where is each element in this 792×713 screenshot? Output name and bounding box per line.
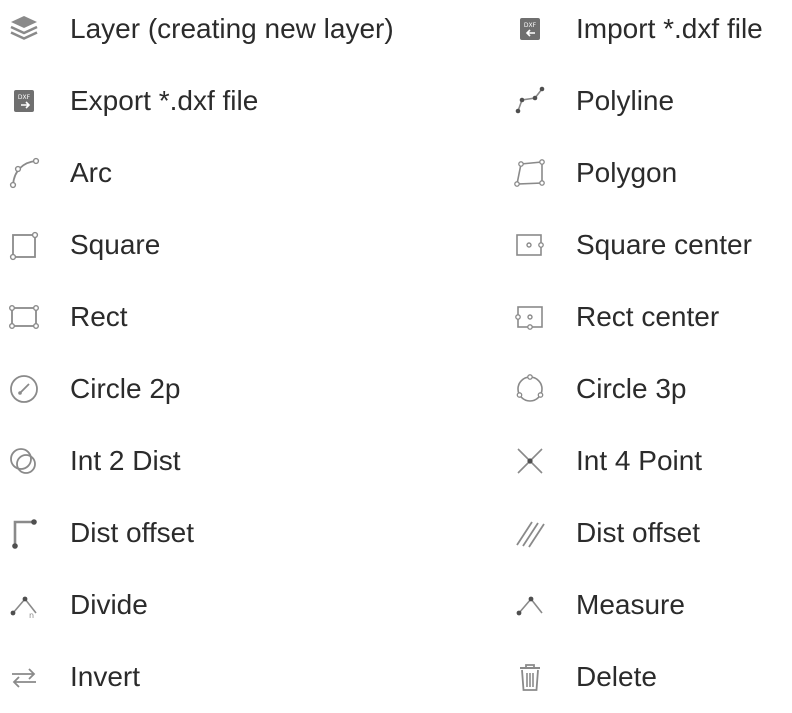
svg-text:DXF: DXF (18, 94, 31, 101)
square-center-icon (512, 227, 548, 263)
menu-item-label: Circle 3p (576, 373, 687, 404)
menu-item-rect[interactable]: Rect (0, 281, 290, 353)
menu-item-int-2-dist[interactable]: Int 2 Dist (0, 425, 290, 497)
int-2-dist-icon (6, 443, 42, 479)
tool-menu: Layer (creating new layer) DXF Export *.… (0, 0, 792, 699)
polyline-icon (512, 83, 548, 119)
menu-item-label: Int 4 Point (576, 445, 703, 476)
invert-icon (6, 659, 42, 695)
square-icon (6, 227, 42, 263)
menu-item-label: Layer (creating new layer) (70, 13, 394, 44)
menu-item-label: Invert (70, 661, 141, 692)
menu-item-polyline[interactable]: Polyline (506, 65, 792, 137)
dist-offset-icon (6, 515, 42, 551)
menu-item-label: Square (70, 229, 161, 260)
menu-item-invert[interactable]: Invert (0, 641, 290, 713)
trash-icon (512, 659, 548, 695)
dxf-import-icon: DXF (512, 11, 548, 47)
menu-item-square-center[interactable]: Square center (506, 209, 792, 281)
divide-icon: n (6, 587, 42, 623)
rect-center-icon (512, 299, 548, 335)
menu-item-label: Rect (70, 301, 128, 332)
arc-icon (6, 155, 42, 191)
dxf-export-icon: DXF (6, 83, 42, 119)
menu-item-label: Delete (576, 661, 657, 692)
menu-item-dist-offset-parallel[interactable]: Dist offset (506, 497, 792, 569)
menu-item-label: Dist offset (70, 517, 194, 548)
svg-text:DXF: DXF (524, 22, 537, 29)
menu-item-label: Import *.dxf file (576, 13, 763, 44)
menu-item-label: Export *.dxf file (70, 85, 259, 116)
menu-item-divide[interactable]: n Divide (0, 569, 290, 641)
menu-item-label: Polyline (576, 85, 675, 116)
menu-item-circle-2p[interactable]: Circle 2p (0, 353, 290, 425)
menu-item-label: Measure (576, 589, 685, 620)
menu-item-int-4-point[interactable]: Int 4 Point (506, 425, 792, 497)
menu-item-import-dxf[interactable]: DXF Import *.dxf file (506, 0, 792, 65)
menu-item-measure[interactable]: Measure (506, 569, 792, 641)
menu-item-circle-3p[interactable]: Circle 3p (506, 353, 792, 425)
menu-item-dist-offset[interactable]: Dist offset (0, 497, 290, 569)
menu-item-layer[interactable]: Layer (creating new layer) (0, 0, 394, 65)
menu-item-label: Rect center (576, 301, 720, 332)
circle-3p-icon (512, 371, 548, 407)
menu-item-label: Dist offset (576, 517, 700, 548)
measure-icon (512, 587, 548, 623)
menu-item-export-dxf[interactable]: DXF Export *.dxf file (0, 65, 290, 137)
parallel-offset-icon (512, 515, 548, 551)
menu-item-label: Arc (70, 157, 112, 188)
rect-icon (6, 299, 42, 335)
int-4-point-icon (512, 443, 548, 479)
menu-item-delete[interactable]: Delete (506, 641, 792, 713)
menu-item-rect-center[interactable]: Rect center (506, 281, 792, 353)
menu-item-label: Divide (70, 589, 148, 620)
polygon-icon (512, 155, 548, 191)
menu-item-polygon[interactable]: Polygon (506, 137, 792, 209)
menu-item-label: Circle 2p (70, 373, 181, 404)
menu-item-arc[interactable]: Arc (0, 137, 290, 209)
menu-item-label: Polygon (576, 157, 678, 188)
menu-item-label: Int 2 Dist (70, 445, 181, 476)
svg-text:n: n (29, 611, 34, 620)
circle-2p-icon (6, 371, 42, 407)
menu-item-label: Square center (576, 229, 752, 260)
layers-icon (6, 11, 42, 47)
menu-item-square[interactable]: Square (0, 209, 290, 281)
